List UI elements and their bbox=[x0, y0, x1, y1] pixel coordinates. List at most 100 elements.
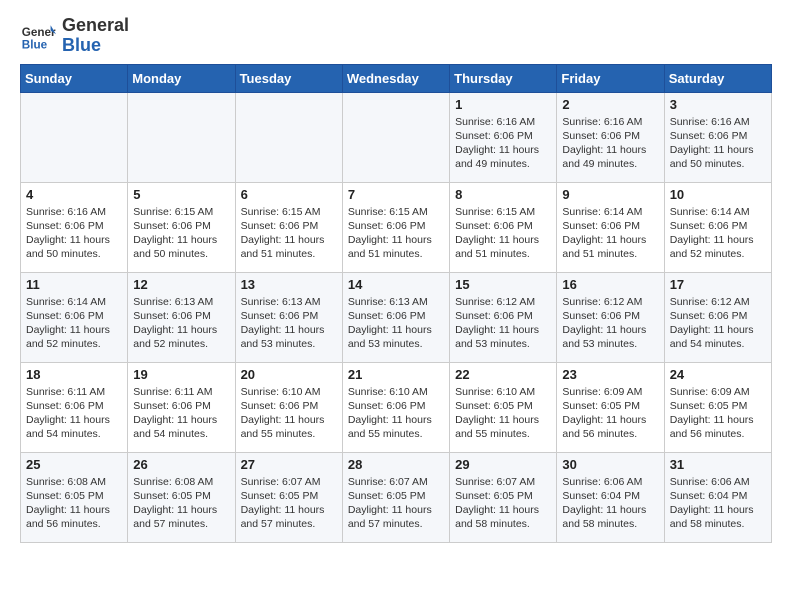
day-info: Sunrise: 6:15 AM Sunset: 6:06 PM Dayligh… bbox=[455, 205, 551, 262]
day-number: 22 bbox=[455, 367, 551, 382]
day-info: Sunrise: 6:16 AM Sunset: 6:06 PM Dayligh… bbox=[670, 115, 766, 172]
day-number: 20 bbox=[241, 367, 337, 382]
calendar-cell: 10 Sunrise: 6:14 AM Sunset: 6:06 PM Dayli… bbox=[664, 182, 771, 272]
day-number: 30 bbox=[562, 457, 658, 472]
day-number: 14 bbox=[348, 277, 444, 292]
page-header: General Blue General Blue bbox=[20, 16, 772, 56]
day-number: 9 bbox=[562, 187, 658, 202]
calendar-cell: 2Sunrise: 6:16 AM Sunset: 6:06 PM Daylig… bbox=[557, 92, 664, 182]
calendar-cell: 16Sunrise: 6:12 AM Sunset: 6:06 PM Dayli… bbox=[557, 272, 664, 362]
day-number: 24 bbox=[670, 367, 766, 382]
day-info: Sunrise: 6:13 AM Sunset: 6:06 PM Dayligh… bbox=[133, 295, 229, 352]
week-row-3: 11Sunrise: 6:14 AM Sunset: 6:06 PM Dayli… bbox=[21, 272, 772, 362]
day-number: 1 bbox=[455, 97, 551, 112]
calendar-cell: 18 Sunrise: 6:11 AM Sunset: 6:06 PM Dayli… bbox=[21, 362, 128, 452]
calendar-cell: 3 Sunrise: 6:16 AM Sunset: 6:06 PM Daylig… bbox=[664, 92, 771, 182]
svg-text:Blue: Blue bbox=[22, 38, 48, 51]
calendar-cell: 31Sunrise: 6:06 AM Sunset: 6:04 PM Dayli… bbox=[664, 452, 771, 542]
calendar-cell: 29 Sunrise: 6:07 AM Sunset: 6:05 PM Dayli… bbox=[450, 452, 557, 542]
calendar-cell: 24 Sunrise: 6:09 AM Sunset: 6:05 PM Dayli… bbox=[664, 362, 771, 452]
day-info: Sunrise: 6:08 AM Sunset: 6:05 PM Dayligh… bbox=[26, 475, 122, 532]
calendar-cell bbox=[21, 92, 128, 182]
day-info: Sunrise: 6:07 AM Sunset: 6:05 PM Dayligh… bbox=[348, 475, 444, 532]
day-info: Sunrise: 6:16 AM Sunset: 6:06 PM Dayligh… bbox=[455, 115, 551, 172]
day-info: Sunrise: 6:09 AM Sunset: 6:05 PM Dayligh… bbox=[562, 385, 658, 442]
day-number: 8 bbox=[455, 187, 551, 202]
calendar-table: SundayMondayTuesdayWednesdayThursdayFrid… bbox=[20, 64, 772, 543]
calendar-cell: 13 Sunrise: 6:13 AM Sunset: 6:06 PM Dayli… bbox=[235, 272, 342, 362]
calendar-cell: 12 Sunrise: 6:13 AM Sunset: 6:06 PM Dayli… bbox=[128, 272, 235, 362]
day-info: Sunrise: 6:06 AM Sunset: 6:04 PM Dayligh… bbox=[670, 475, 766, 532]
day-info: Sunrise: 6:09 AM Sunset: 6:05 PM Dayligh… bbox=[670, 385, 766, 442]
calendar-cell bbox=[128, 92, 235, 182]
header-monday: Monday bbox=[128, 64, 235, 92]
calendar-cell: 15Sunrise: 6:12 AM Sunset: 6:06 PM Dayli… bbox=[450, 272, 557, 362]
day-info: Sunrise: 6:12 AM Sunset: 6:06 PM Dayligh… bbox=[670, 295, 766, 352]
day-info: Sunrise: 6:14 AM Sunset: 6:06 PM Dayligh… bbox=[562, 205, 658, 262]
calendar-cell: 17Sunrise: 6:12 AM Sunset: 6:06 PM Dayli… bbox=[664, 272, 771, 362]
calendar-cell: 9 Sunrise: 6:14 AM Sunset: 6:06 PM Daylig… bbox=[557, 182, 664, 272]
week-row-4: 18 Sunrise: 6:11 AM Sunset: 6:06 PM Dayli… bbox=[21, 362, 772, 452]
day-number: 6 bbox=[241, 187, 337, 202]
day-info: Sunrise: 6:11 AM Sunset: 6:06 PM Dayligh… bbox=[26, 385, 122, 442]
week-row-5: 25 Sunrise: 6:08 AM Sunset: 6:05 PM Dayli… bbox=[21, 452, 772, 542]
day-number: 2 bbox=[562, 97, 658, 112]
day-number: 18 bbox=[26, 367, 122, 382]
day-number: 16 bbox=[562, 277, 658, 292]
logo-icon: General Blue bbox=[20, 18, 56, 54]
day-number: 7 bbox=[348, 187, 444, 202]
header-tuesday: Tuesday bbox=[235, 64, 342, 92]
day-info: Sunrise: 6:15 AM Sunset: 6:06 PM Dayligh… bbox=[241, 205, 337, 262]
calendar-cell: 25 Sunrise: 6:08 AM Sunset: 6:05 PM Dayli… bbox=[21, 452, 128, 542]
header-thursday: Thursday bbox=[450, 64, 557, 92]
calendar-cell bbox=[235, 92, 342, 182]
day-number: 4 bbox=[26, 187, 122, 202]
day-info: Sunrise: 6:13 AM Sunset: 6:06 PM Dayligh… bbox=[241, 295, 337, 352]
header-friday: Friday bbox=[557, 64, 664, 92]
logo-general: General bbox=[62, 15, 129, 35]
day-number: 13 bbox=[241, 277, 337, 292]
day-info: Sunrise: 6:14 AM Sunset: 6:06 PM Dayligh… bbox=[670, 205, 766, 262]
day-info: Sunrise: 6:10 AM Sunset: 6:05 PM Dayligh… bbox=[455, 385, 551, 442]
day-info: Sunrise: 6:11 AM Sunset: 6:06 PM Dayligh… bbox=[133, 385, 229, 442]
calendar-cell: 7Sunrise: 6:15 AM Sunset: 6:06 PM Daylig… bbox=[342, 182, 449, 272]
day-info: Sunrise: 6:10 AM Sunset: 6:06 PM Dayligh… bbox=[348, 385, 444, 442]
day-info: Sunrise: 6:10 AM Sunset: 6:06 PM Dayligh… bbox=[241, 385, 337, 442]
calendar-cell: 4Sunrise: 6:16 AM Sunset: 6:06 PM Daylig… bbox=[21, 182, 128, 272]
day-info: Sunrise: 6:08 AM Sunset: 6:05 PM Dayligh… bbox=[133, 475, 229, 532]
calendar-cell: 8 Sunrise: 6:15 AM Sunset: 6:06 PM Daylig… bbox=[450, 182, 557, 272]
calendar-cell: 26Sunrise: 6:08 AM Sunset: 6:05 PM Dayli… bbox=[128, 452, 235, 542]
day-info: Sunrise: 6:14 AM Sunset: 6:06 PM Dayligh… bbox=[26, 295, 122, 352]
calendar-header-row: SundayMondayTuesdayWednesdayThursdayFrid… bbox=[21, 64, 772, 92]
calendar-cell: 23 Sunrise: 6:09 AM Sunset: 6:05 PM Dayli… bbox=[557, 362, 664, 452]
day-info: Sunrise: 6:13 AM Sunset: 6:06 PM Dayligh… bbox=[348, 295, 444, 352]
week-row-2: 4Sunrise: 6:16 AM Sunset: 6:06 PM Daylig… bbox=[21, 182, 772, 272]
day-number: 5 bbox=[133, 187, 229, 202]
calendar-cell: 19Sunrise: 6:11 AM Sunset: 6:06 PM Dayli… bbox=[128, 362, 235, 452]
day-info: Sunrise: 6:15 AM Sunset: 6:06 PM Dayligh… bbox=[133, 205, 229, 262]
day-number: 25 bbox=[26, 457, 122, 472]
calendar-cell: 11Sunrise: 6:14 AM Sunset: 6:06 PM Dayli… bbox=[21, 272, 128, 362]
day-info: Sunrise: 6:07 AM Sunset: 6:05 PM Dayligh… bbox=[241, 475, 337, 532]
calendar-cell: 5 Sunrise: 6:15 AM Sunset: 6:06 PM Daylig… bbox=[128, 182, 235, 272]
day-info: Sunrise: 6:07 AM Sunset: 6:05 PM Dayligh… bbox=[455, 475, 551, 532]
calendar-cell: 6 Sunrise: 6:15 AM Sunset: 6:06 PM Daylig… bbox=[235, 182, 342, 272]
week-row-1: 1 Sunrise: 6:16 AM Sunset: 6:06 PM Daylig… bbox=[21, 92, 772, 182]
header-wednesday: Wednesday bbox=[342, 64, 449, 92]
day-number: 12 bbox=[133, 277, 229, 292]
calendar-cell: 28 Sunrise: 6:07 AM Sunset: 6:05 PM Dayli… bbox=[342, 452, 449, 542]
calendar-cell bbox=[342, 92, 449, 182]
header-sunday: Sunday bbox=[21, 64, 128, 92]
header-saturday: Saturday bbox=[664, 64, 771, 92]
day-number: 10 bbox=[670, 187, 766, 202]
calendar-cell: 14 Sunrise: 6:13 AM Sunset: 6:06 PM Dayli… bbox=[342, 272, 449, 362]
day-number: 23 bbox=[562, 367, 658, 382]
day-number: 21 bbox=[348, 367, 444, 382]
day-number: 3 bbox=[670, 97, 766, 112]
day-info: Sunrise: 6:12 AM Sunset: 6:06 PM Dayligh… bbox=[455, 295, 551, 352]
day-number: 28 bbox=[348, 457, 444, 472]
day-number: 29 bbox=[455, 457, 551, 472]
day-number: 27 bbox=[241, 457, 337, 472]
calendar-cell: 21 Sunrise: 6:10 AM Sunset: 6:06 PM Dayli… bbox=[342, 362, 449, 452]
day-info: Sunrise: 6:06 AM Sunset: 6:04 PM Dayligh… bbox=[562, 475, 658, 532]
